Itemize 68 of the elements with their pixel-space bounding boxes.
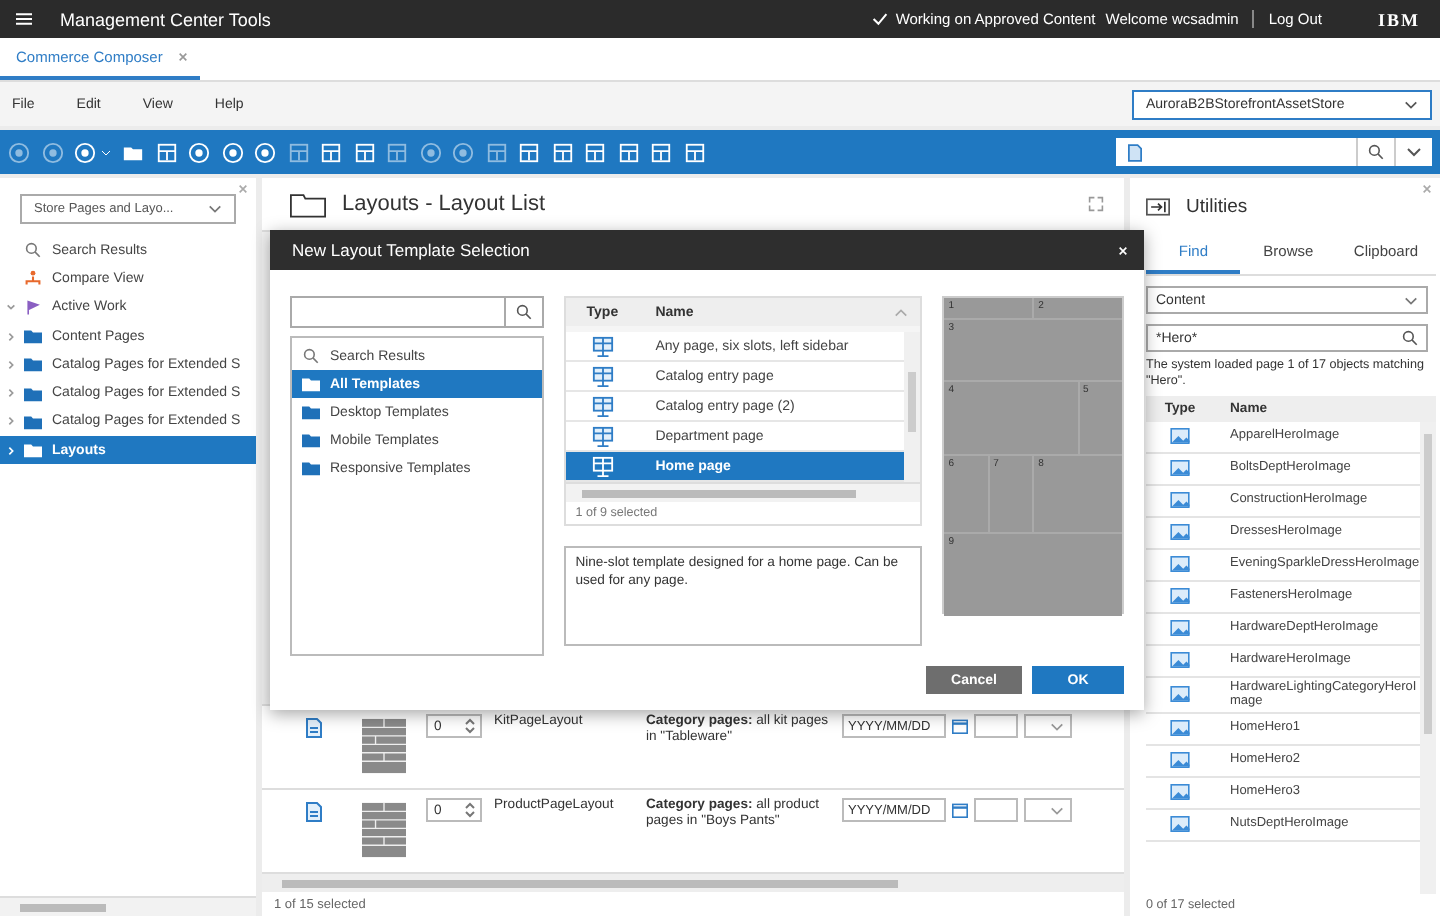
dropdown[interactable] <box>1024 714 1072 738</box>
checkmark-icon <box>871 12 888 26</box>
document-icon <box>1128 143 1142 161</box>
search-button[interactable] <box>1356 138 1394 166</box>
menu-icon[interactable] <box>16 12 32 26</box>
calendar-icon[interactable] <box>952 802 968 818</box>
input-field[interactable] <box>974 798 1018 822</box>
image-icon <box>1170 492 1190 509</box>
logo: IBM <box>1378 9 1420 29</box>
collapse-panel-icon[interactable] <box>1146 197 1170 215</box>
flag-icon <box>24 299 42 316</box>
chevron-icon[interactable] <box>5 331 15 342</box>
vertical-scrollbar[interactable] <box>904 332 921 482</box>
image-icon <box>1170 620 1190 637</box>
search-icon[interactable] <box>1402 330 1418 346</box>
caret-icon <box>1050 805 1064 815</box>
search-icon <box>302 348 320 364</box>
app-title: Management Center Tools <box>60 9 271 29</box>
input-field[interactable] <box>974 714 1018 738</box>
layout-template-icon <box>591 455 614 477</box>
caret-icon <box>208 204 222 214</box>
scroll-up-icon[interactable] <box>894 307 909 317</box>
layout-template-icon <box>591 425 614 447</box>
vertical-scrollbar[interactable] <box>1420 421 1436 894</box>
horizontal-scrollbar[interactable] <box>262 872 1124 892</box>
calendar-icon[interactable] <box>952 718 968 734</box>
folder-icon <box>290 191 326 217</box>
image-icon <box>1170 816 1190 833</box>
image-icon <box>1170 720 1190 737</box>
chevron-icon[interactable] <box>5 416 15 427</box>
caret-icon <box>1404 295 1418 305</box>
layout-template-icon <box>591 365 614 387</box>
image-icon <box>1170 752 1190 769</box>
caret-icon <box>1406 144 1422 160</box>
layout-template-icon <box>591 395 614 417</box>
image-icon <box>1170 460 1190 477</box>
image-icon <box>1170 784 1190 801</box>
horizontal-scrollbar[interactable] <box>0 896 256 916</box>
search-icon <box>24 242 42 259</box>
chevron-icon[interactable] <box>5 388 15 399</box>
layout-template-icon <box>591 335 614 357</box>
image-icon <box>1170 524 1190 541</box>
image-icon <box>1170 588 1190 605</box>
dialog-title: New Layout Template Selection <box>292 240 530 260</box>
dropdown[interactable] <box>1024 798 1072 822</box>
document-icon <box>306 802 322 822</box>
panel-title: Utilities <box>1186 195 1248 217</box>
dropdown-button[interactable] <box>1394 138 1432 166</box>
toolbar-search-field[interactable] <box>1116 138 1356 166</box>
expand-icon[interactable] <box>1088 196 1104 212</box>
image-icon <box>1170 428 1190 445</box>
layout-thumbnail <box>362 798 406 862</box>
search-icon[interactable] <box>515 304 532 320</box>
caret-icon <box>1404 99 1418 109</box>
search-icon <box>1368 144 1384 160</box>
caret-icon <box>1050 721 1064 731</box>
horizontal-scrollbar[interactable] <box>565 482 921 502</box>
layout-thumbnail <box>362 714 406 778</box>
search-field[interactable] <box>290 296 544 328</box>
document-icon <box>306 718 322 738</box>
spinner-arrows-icon[interactable] <box>464 800 476 820</box>
chevron-icon[interactable] <box>5 302 15 313</box>
spinner-arrows-icon[interactable] <box>464 716 476 736</box>
image-icon <box>1170 556 1190 573</box>
panel-title: Layouts - Layout List <box>342 192 546 216</box>
image-icon <box>1170 652 1190 669</box>
image-icon <box>1170 686 1190 703</box>
chevron-icon[interactable] <box>5 359 15 370</box>
